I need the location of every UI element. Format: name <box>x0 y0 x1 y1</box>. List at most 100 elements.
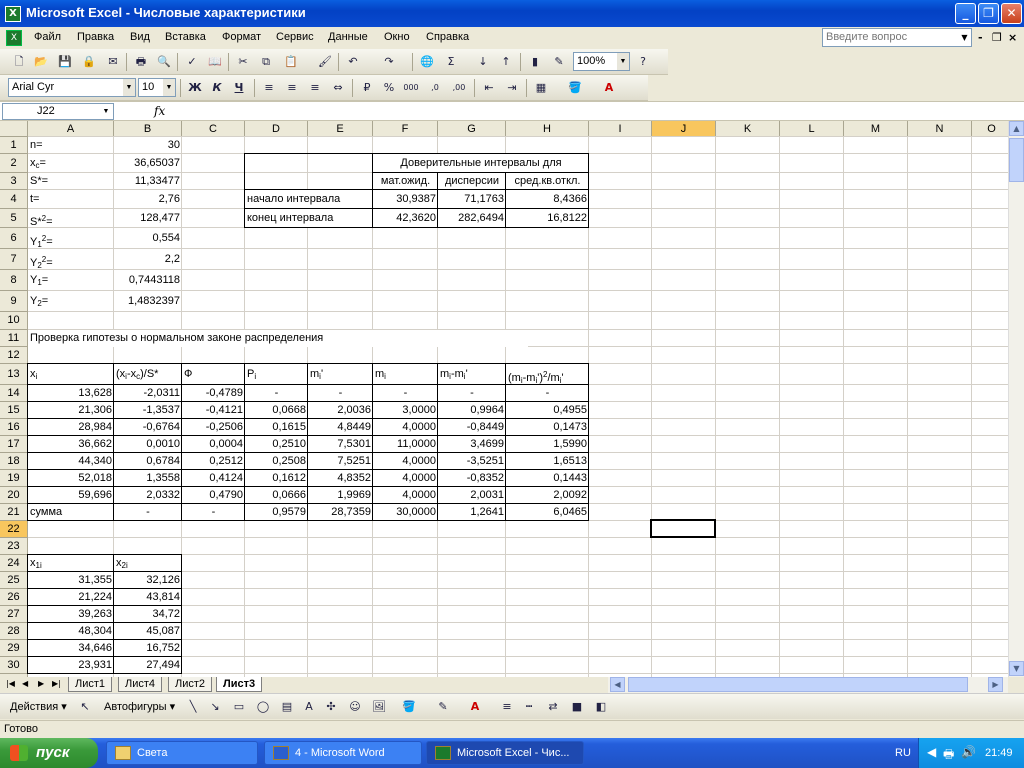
x-cell[interactable]: 45,087 <box>114 623 182 640</box>
row-header[interactable]: 30 <box>0 657 28 674</box>
increase-decimal-icon[interactable]: ,0 <box>426 79 444 97</box>
cell-b4[interactable]: 2,76 <box>114 190 182 209</box>
draw-font-color-icon[interactable]: A <box>466 698 484 716</box>
hyp-cell[interactable]: -0,8449 <box>438 419 506 436</box>
task-folder[interactable]: Света <box>106 741 258 765</box>
italic-icon[interactable]: К <box>208 79 226 97</box>
row-header[interactable]: 4 <box>0 190 28 209</box>
oval-icon[interactable]: ◯ <box>254 698 272 716</box>
sum-cell[interactable]: - <box>114 504 182 521</box>
hyp-cell[interactable]: 0,0668 <box>245 402 308 419</box>
select-objects-icon[interactable]: ↖ <box>76 698 94 716</box>
row-header[interactable]: 2 <box>0 154 28 173</box>
hyp-cell[interactable]: 0,2508 <box>245 453 308 470</box>
x-cell[interactable]: 43,814 <box>114 589 182 606</box>
hyp-cell[interactable]: 4,0000 <box>373 470 438 487</box>
sort-descending-icon[interactable]: ↑ <box>497 53 515 71</box>
column-header[interactable]: A <box>28 121 114 137</box>
menu-view[interactable]: Вид <box>130 31 150 43</box>
row-header[interactable]: 11 <box>0 330 28 347</box>
column-header[interactable]: G <box>438 121 506 137</box>
shadow-icon[interactable]: ■ <box>568 698 586 716</box>
row-header[interactable]: 10 <box>0 312 28 330</box>
column-header[interactable]: B <box>114 121 182 137</box>
sum-cell[interactable]: 1,2641 <box>438 504 506 521</box>
ask-dropdown-icon[interactable]: ▼ <box>958 29 971 46</box>
scroll-right-icon[interactable]: ▶ <box>988 677 1003 692</box>
fill-color-icon[interactable]: 🪣 <box>566 79 584 97</box>
row-header[interactable]: 23 <box>0 538 28 555</box>
zoom-dropdown-icon[interactable]: ▼ <box>617 53 629 70</box>
cell-b6[interactable]: 0,554 <box>114 228 182 249</box>
sum-cell[interactable]: 30,0000 <box>373 504 438 521</box>
hyp-cell[interactable]: 7,5301 <box>308 436 373 453</box>
hyp-cell[interactable]: - <box>308 385 373 402</box>
cell-a2[interactable]: xc= <box>28 154 114 173</box>
percent-icon[interactable]: % <box>380 79 398 97</box>
bold-icon[interactable]: Ж <box>186 79 204 97</box>
font-color-icon[interactable]: A <box>600 79 618 97</box>
hyp-cell[interactable]: 4,0000 <box>373 419 438 436</box>
font-name-combo[interactable]: Arial Cyr ▼ <box>8 78 136 97</box>
hyp-cell[interactable]: 1,9969 <box>308 487 373 504</box>
hyp-cell[interactable]: -0,4789 <box>182 385 245 402</box>
hyp-header-m[interactable]: mi <box>373 364 438 385</box>
undo-icon[interactable]: ↶ <box>344 53 362 71</box>
close-button[interactable]: ✕ <box>1001 3 1022 24</box>
line-style-icon[interactable]: ≡ <box>498 698 516 716</box>
sum-cell[interactable]: - <box>182 504 245 521</box>
hyp-cell[interactable]: 11,0000 <box>373 436 438 453</box>
hyp-header-x[interactable]: xi <box>28 364 114 385</box>
hyp-cell[interactable]: 0,1615 <box>245 419 308 436</box>
row-header[interactable]: 17 <box>0 436 28 453</box>
menu-format[interactable]: Формат <box>222 31 261 43</box>
first-sheet-icon[interactable]: |◀ <box>6 679 15 688</box>
diagram-icon[interactable]: ✣ <box>322 698 340 716</box>
cell-b7[interactable]: 2,2 <box>114 249 182 270</box>
drawing-toggle-icon[interactable]: ✎ <box>550 53 568 71</box>
decrease-decimal-icon[interactable]: ,00 <box>450 79 468 97</box>
column-header[interactable]: F <box>373 121 438 137</box>
hyp-cell[interactable]: 0,1443 <box>506 470 589 487</box>
hyp-header-phi[interactable]: Ф <box>182 364 245 385</box>
prev-sheet-icon[interactable]: ◀ <box>22 679 28 688</box>
research-icon[interactable]: 📖 <box>206 53 224 71</box>
column-header[interactable]: I <box>589 121 652 137</box>
hyp-cell[interactable]: 2,0092 <box>506 487 589 504</box>
row-header[interactable]: 3 <box>0 173 28 190</box>
print-icon[interactable]: 🖶 <box>132 53 150 71</box>
horizontal-scroll-thumb[interactable] <box>628 677 968 692</box>
size-dropdown-icon[interactable]: ▼ <box>163 79 175 96</box>
menu-help[interactable]: Справка <box>426 31 469 43</box>
hyp-cell[interactable]: 3,4699 <box>438 436 506 453</box>
row-header[interactable]: 16 <box>0 419 28 436</box>
hyp-cell[interactable]: 59,696 <box>28 487 114 504</box>
vertical-scrollbar[interactable]: ▲ ▼ <box>1008 121 1024 677</box>
hyp-cell[interactable]: 0,9964 <box>438 402 506 419</box>
hyp-header-chi[interactable]: (mi-mi')2/mi' <box>506 364 589 385</box>
hyp-cell[interactable]: -0,6764 <box>114 419 182 436</box>
thousands-icon[interactable]: 000 <box>402 79 420 97</box>
next-sheet-icon[interactable]: ▶ <box>38 679 44 688</box>
3d-icon[interactable]: ◧ <box>592 698 610 716</box>
cell-b3[interactable]: 11,33477 <box>114 173 182 190</box>
row-header[interactable]: 22 <box>0 521 28 538</box>
tab-list4[interactable]: Лист4 <box>118 677 163 692</box>
autoshapes-menu[interactable]: Автофигуры ▾ <box>104 700 175 713</box>
sum-label[interactable]: сумма <box>28 504 114 521</box>
row-header[interactable]: 13 <box>0 364 28 385</box>
hyp-cell[interactable]: 7,5251 <box>308 453 373 470</box>
maximize-button[interactable]: ❐ <box>978 3 999 24</box>
print-preview-icon[interactable]: 🔍 <box>155 53 173 71</box>
hyp-cell[interactable]: - <box>373 385 438 402</box>
workbook-icon[interactable]: X <box>6 30 22 46</box>
increase-indent-icon[interactable]: ⇥ <box>503 79 521 97</box>
hyp-cell[interactable]: 4,0000 <box>373 487 438 504</box>
column-header[interactable]: J <box>652 121 716 137</box>
name-box-dropdown-icon[interactable]: ▼ <box>100 104 112 119</box>
arrow-style-icon[interactable]: ⇄ <box>544 698 562 716</box>
row-header[interactable]: 7 <box>0 249 28 270</box>
row-header[interactable]: 19 <box>0 470 28 487</box>
hyp-cell[interactable]: 0,4124 <box>182 470 245 487</box>
row-header[interactable]: 27 <box>0 606 28 623</box>
